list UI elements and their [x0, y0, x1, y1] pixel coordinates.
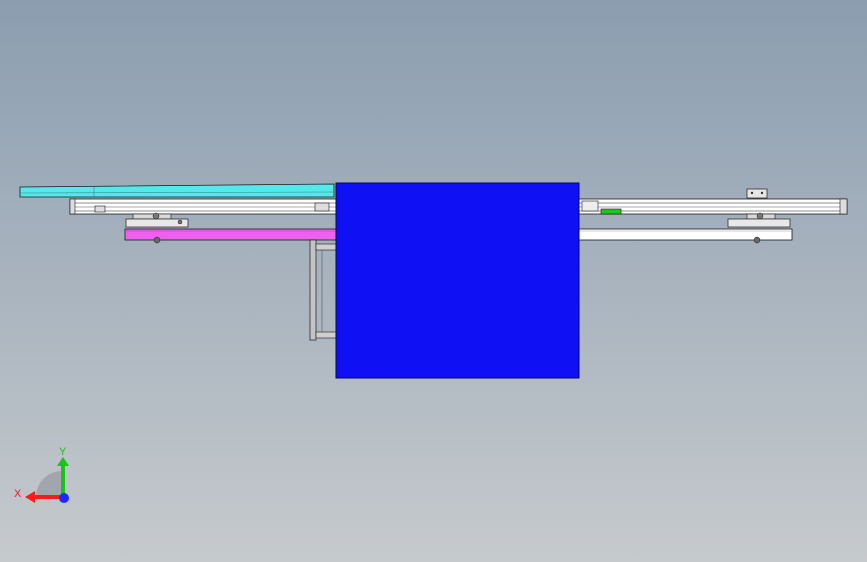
x-axis-label: X [14, 488, 22, 500]
y-axis-label: Y [59, 446, 67, 458]
coordinate-triad: Y X [14, 446, 69, 503]
triad-quadrant [36, 471, 62, 497]
z-axis-dot [59, 493, 69, 503]
x-axis-arrowhead [25, 491, 35, 503]
cad-graphics-viewport[interactable]: Y X [0, 0, 867, 562]
y-axis-arrowhead [57, 457, 69, 466]
